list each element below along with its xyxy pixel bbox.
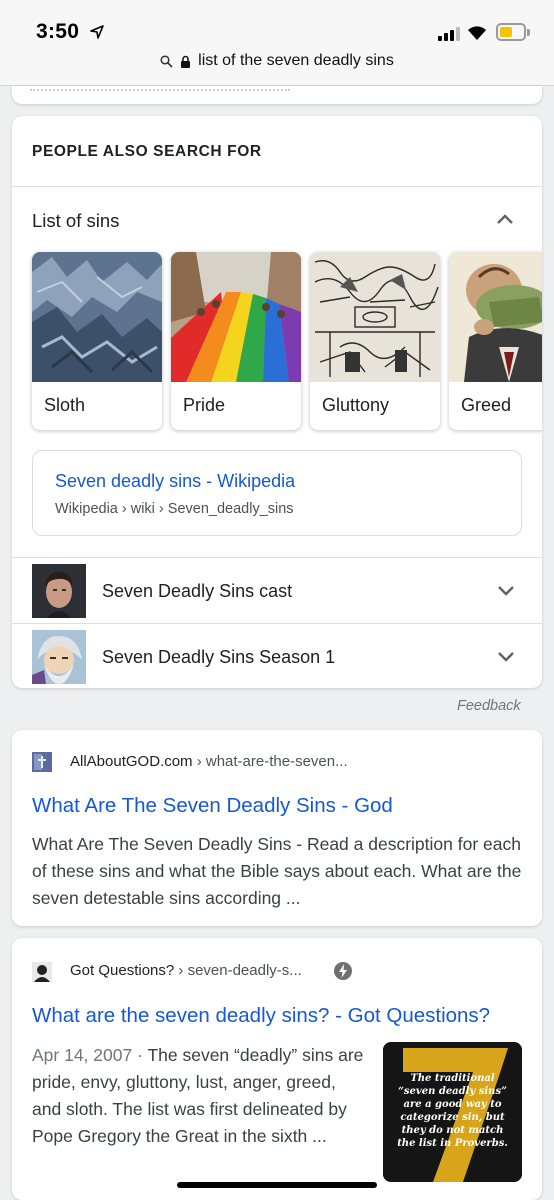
status-time: 3:50 <box>36 20 80 43</box>
thumbnail-caption: The traditional “seven deadly sins” are … <box>397 1073 508 1149</box>
lock-icon <box>181 55 191 68</box>
wikipedia-link-box[interactable]: Seven deadly sins - Wikipedia Wikipedia … <box>32 450 522 536</box>
url-text: list of the seven deadly sins <box>198 52 394 69</box>
sin-tile-gluttony[interactable]: Gluttony <box>310 252 440 430</box>
related-search-cast[interactable]: Seven Deadly Sins cast <box>12 559 542 623</box>
greed-image <box>449 252 542 382</box>
result-snippet: Apr 14, 2007 · The seven “deadly” sins a… <box>32 1042 367 1150</box>
home-indicator[interactable] <box>177 1182 377 1188</box>
sin-label: Sloth <box>44 395 86 415</box>
related-search-label: Seven Deadly Sins cast <box>102 581 293 601</box>
result-site: Got Questions? <box>70 962 175 979</box>
search-result-card: Got Questions? › seven-deadly-s... What … <box>12 938 542 1200</box>
wifi-icon <box>468 26 486 40</box>
result-thumbnail[interactable]: The traditional “seven deadly sins” are … <box>383 1042 522 1182</box>
feedback-link[interactable]: Feedback <box>457 698 521 714</box>
sin-tile-pride[interactable]: Pride <box>171 252 301 430</box>
result-title-link[interactable]: What Are The Seven Deadly Sins - God <box>32 794 393 818</box>
result-site: AllAboutGOD.com <box>70 753 193 770</box>
related-search-season-1[interactable]: Seven Deadly Sins Season 1 <box>12 625 542 688</box>
list-of-sins-label[interactable]: List of sins <box>32 210 119 232</box>
search-result-card: AllAboutGOD.com › what-are-the-seven... … <box>12 730 542 926</box>
sin-label: Pride <box>183 395 226 415</box>
amp-lightning-icon <box>334 962 352 980</box>
gotquestions-favicon <box>32 962 52 982</box>
sin-label: Gluttony <box>322 395 390 415</box>
people-also-search-card: PEOPLE ALSO SEARCH FOR List of sins Slot… <box>12 116 542 688</box>
battery-icon <box>496 23 530 41</box>
gluttony-image <box>310 252 440 382</box>
sin-label: Greed <box>461 395 512 415</box>
url-bar[interactable]: list of the seven deadly sins <box>0 52 554 70</box>
pride-image <box>171 252 301 382</box>
chevron-down-icon[interactable] <box>497 585 515 597</box>
chevron-up-icon[interactable] <box>496 212 514 226</box>
cell-signal-icon <box>438 25 460 41</box>
sin-tile-greed[interactable]: Greed <box>449 252 542 430</box>
previous-result-card <box>12 86 542 104</box>
result-date: Apr 14, 2007 · <box>32 1045 148 1065</box>
result-breadcrumb[interactable]: AllAboutGOD.com › what-are-the-seven... <box>70 753 348 770</box>
allaboutgod-favicon <box>32 752 52 772</box>
wikipedia-breadcrumb: Wikipedia › wiki › Seven_deadly_sins <box>55 501 294 517</box>
wikipedia-link-title[interactable]: Seven deadly sins - Wikipedia <box>55 471 295 492</box>
related-search-label: Seven Deadly Sins Season 1 <box>102 647 336 667</box>
result-title-link[interactable]: What are the seven deadly sins? - Got Qu… <box>32 1004 490 1028</box>
result-path: › seven-deadly-s... <box>174 962 302 979</box>
section-title: PEOPLE ALSO SEARCH FOR <box>32 143 262 160</box>
season-1-thumbnail <box>32 630 86 684</box>
cast-thumbnail <box>32 564 86 618</box>
result-breadcrumb[interactable]: Got Questions? › seven-deadly-s... <box>70 962 302 979</box>
browser-top-bar: 3:50 list of the seven deadly sins <box>0 0 554 86</box>
result-path: › what-are-the-seven... <box>192 753 348 770</box>
chevron-down-icon[interactable] <box>497 651 515 663</box>
search-icon <box>160 54 173 68</box>
location-arrow-icon <box>90 25 104 39</box>
result-snippet: What Are The Seven Deadly Sins - Read a … <box>32 834 522 908</box>
sloth-image <box>32 252 162 382</box>
sin-tile-sloth[interactable]: Sloth <box>32 252 162 430</box>
